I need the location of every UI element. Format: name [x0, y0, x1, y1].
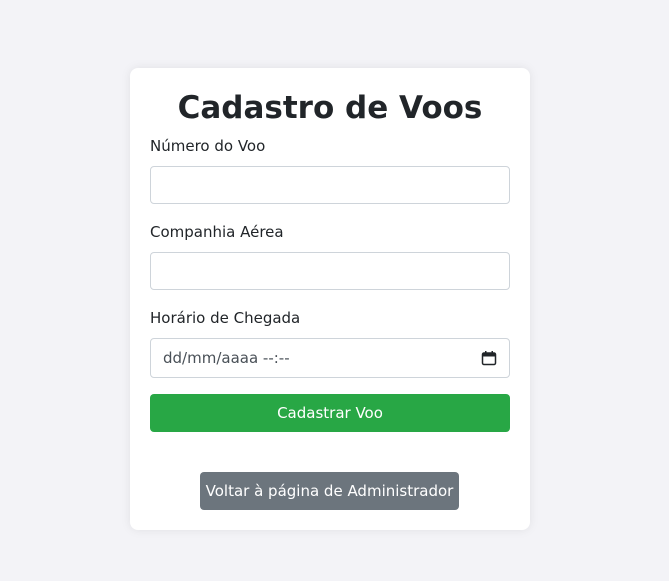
flight-number-input[interactable]: [150, 166, 510, 204]
airline-input[interactable]: [150, 252, 510, 290]
submit-flight-button[interactable]: Cadastrar Voo: [150, 394, 510, 432]
flight-number-label: Número do Voo: [150, 137, 266, 155]
back-to-admin-button[interactable]: Voltar à página de Administrador: [200, 472, 459, 510]
flight-registration-card: Cadastro de Voos Número do Voo Companhia…: [130, 68, 530, 530]
page-title: Cadastro de Voos: [177, 90, 483, 126]
airline-label: Companhia Aérea: [150, 223, 284, 241]
arrival-time-input[interactable]: dd/mm/aaaa --:--: [150, 338, 510, 378]
calendar-icon[interactable]: [481, 350, 497, 366]
arrival-time-placeholder: dd/mm/aaaa --:--: [163, 349, 290, 367]
arrival-time-label: Horário de Chegada: [150, 309, 301, 327]
